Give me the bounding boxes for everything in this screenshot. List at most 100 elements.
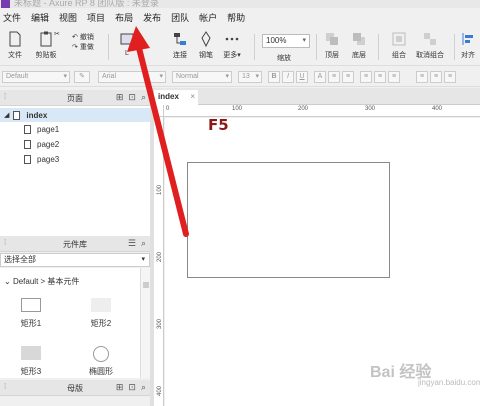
page-item-index[interactable]: ◢ index [0, 108, 150, 122]
search-icon[interactable]: ⌕ [141, 382, 146, 393]
zoom-select[interactable]: 100% ▾ [262, 34, 310, 48]
add-folder-icon[interactable]: ⊡ [128, 382, 136, 393]
page-item[interactable]: page1 [0, 122, 150, 136]
library-scrollbar[interactable] [140, 268, 150, 378]
paint-brush-icon: ✎ [79, 73, 85, 80]
scrollbar-thumb[interactable] [143, 282, 149, 288]
ellipse-shape [93, 346, 109, 362]
page-icon [24, 124, 31, 134]
menu-view[interactable]: 视图 [54, 8, 82, 28]
menu-publish[interactable]: 发布 [138, 8, 166, 28]
file-icon [9, 31, 21, 47]
list-button[interactable]: ≡ [328, 71, 340, 83]
ruler-tick-label: 0 [166, 106, 170, 112]
add-page-icon[interactable]: ⊞ [116, 92, 124, 103]
more-button[interactable]: 更多▾ [218, 30, 246, 60]
rectangle-shape [91, 298, 111, 312]
widget-rectangle-2[interactable]: 矩形2 [76, 298, 126, 329]
font-color-icon: A [317, 73, 323, 80]
font-size-select[interactable]: 13 ▾ [238, 71, 262, 83]
valign-top-button[interactable]: ≡ [416, 71, 428, 83]
vertical-ruler: 100 200 300 400 [154, 117, 164, 406]
list-icon: ≡ [345, 73, 351, 80]
font-color-button[interactable]: A [314, 71, 326, 83]
library-select[interactable]: 选择全部 ▾ [0, 253, 150, 267]
menu-account[interactable]: 帐户 [194, 8, 222, 28]
align-center-icon: ≡ [377, 73, 383, 80]
widget-ellipse[interactable]: 椭圆形 [76, 346, 126, 377]
ruler-tick-label: 100 [232, 106, 243, 112]
expand-icon[interactable]: ◢ [4, 111, 9, 119]
toolbar-divider [378, 34, 379, 60]
app-logo-icon [1, 0, 10, 8]
pages-panel-header: ⁞ 页面 ⊞ ⊡ ⌕ [0, 90, 150, 106]
menu-help[interactable]: 帮助 [222, 8, 250, 28]
toolbar-divider [254, 34, 255, 60]
menu-file[interactable]: 文件 [0, 8, 26, 28]
valign-middle-button[interactable]: ≡ [430, 71, 442, 83]
menu-icon[interactable]: ☰ [128, 238, 136, 249]
chevron-down-icon: ▾ [302, 37, 306, 44]
library-group-header[interactable]: ⌄ Default > 基本元件 [4, 276, 79, 287]
select-button[interactable]: L [113, 30, 141, 57]
underline-button[interactable]: U [296, 71, 308, 83]
ruler-tick-label: 300 [365, 106, 376, 112]
align-center-button[interactable]: ≡ [374, 71, 386, 83]
ruler-tick-label: 200 [157, 251, 164, 263]
send-to-bottom-button[interactable]: 底层 [345, 30, 373, 60]
page-item[interactable]: page2 [0, 137, 150, 151]
title-bar: 未标题 - Axure RP 8 团队版 : 未登录 [0, 0, 480, 8]
send-back-icon [353, 33, 365, 45]
align-left-button[interactable]: ≡ [360, 71, 372, 83]
group-icon [392, 32, 406, 46]
pen-button[interactable]: 钢笔 [192, 30, 220, 60]
style-select[interactable]: Default ▾ [2, 71, 70, 83]
bring-to-top-button[interactable]: 顶层 [318, 30, 346, 60]
bold-button[interactable]: B [268, 71, 280, 83]
select-mode-icon [120, 33, 134, 45]
page-item[interactable]: page3 [0, 152, 150, 166]
menu-edit[interactable]: 编辑 [26, 8, 54, 28]
page-icon [13, 110, 21, 120]
more-icon [225, 37, 239, 41]
connector-icon [174, 33, 186, 45]
align-button[interactable]: 对齐 [456, 30, 480, 60]
italic-button[interactable]: I [282, 71, 294, 83]
window-title: 未标题 - Axure RP 8 团队版 : 未登录 [14, 0, 159, 8]
menu-layout[interactable]: 布局 [110, 8, 138, 28]
redo-button[interactable]: ↷ 重做 [72, 42, 94, 52]
search-icon[interactable]: ⌕ [141, 92, 146, 103]
ruler-corner [154, 105, 164, 117]
align-icon [462, 33, 473, 45]
widget-rectangle-3[interactable]: 矩形3 [6, 346, 56, 377]
format-painter-button[interactable]: ✎ [74, 71, 90, 83]
group-button[interactable]: 组合 [385, 30, 413, 60]
align-right-button[interactable]: ≡ [388, 71, 400, 83]
ungroup-button[interactable]: 取消组合 [416, 30, 444, 60]
menu-project[interactable]: 项目 [82, 8, 110, 28]
valign-middle-icon: ≡ [433, 73, 439, 80]
toolbar-divider [108, 34, 109, 60]
canvas-rectangle-widget[interactable] [187, 162, 390, 278]
list-button-2[interactable]: ≡ [342, 71, 354, 83]
search-icon[interactable]: ⌕ [141, 238, 146, 249]
connect-button[interactable]: 连接 [166, 30, 194, 60]
close-icon[interactable]: × [190, 90, 195, 104]
file-button[interactable]: 文件 [1, 30, 29, 60]
undo-button[interactable]: ↶ 撤销 [72, 32, 94, 42]
list-icon: ≡ [331, 73, 337, 80]
font-weight-select[interactable]: Normal ▾ [172, 71, 232, 83]
rectangle-shape [21, 298, 41, 312]
menu-team[interactable]: 团队 [166, 8, 194, 28]
cut-button[interactable]: ✂ [54, 30, 60, 38]
ruler-tick-label: 400 [432, 106, 443, 112]
font-family-select[interactable]: Arial ▾ [98, 71, 166, 83]
ungroup-icon [424, 33, 436, 45]
tab-index[interactable]: index × [154, 90, 198, 105]
widget-rectangle-1[interactable]: 矩形1 [6, 298, 56, 329]
page-icon [24, 139, 31, 149]
add-folder-icon[interactable]: ⊡ [128, 92, 136, 103]
toolbar-divider [454, 34, 455, 60]
add-master-icon[interactable]: ⊞ [116, 382, 124, 393]
valign-bottom-button[interactable]: ≡ [444, 71, 456, 83]
